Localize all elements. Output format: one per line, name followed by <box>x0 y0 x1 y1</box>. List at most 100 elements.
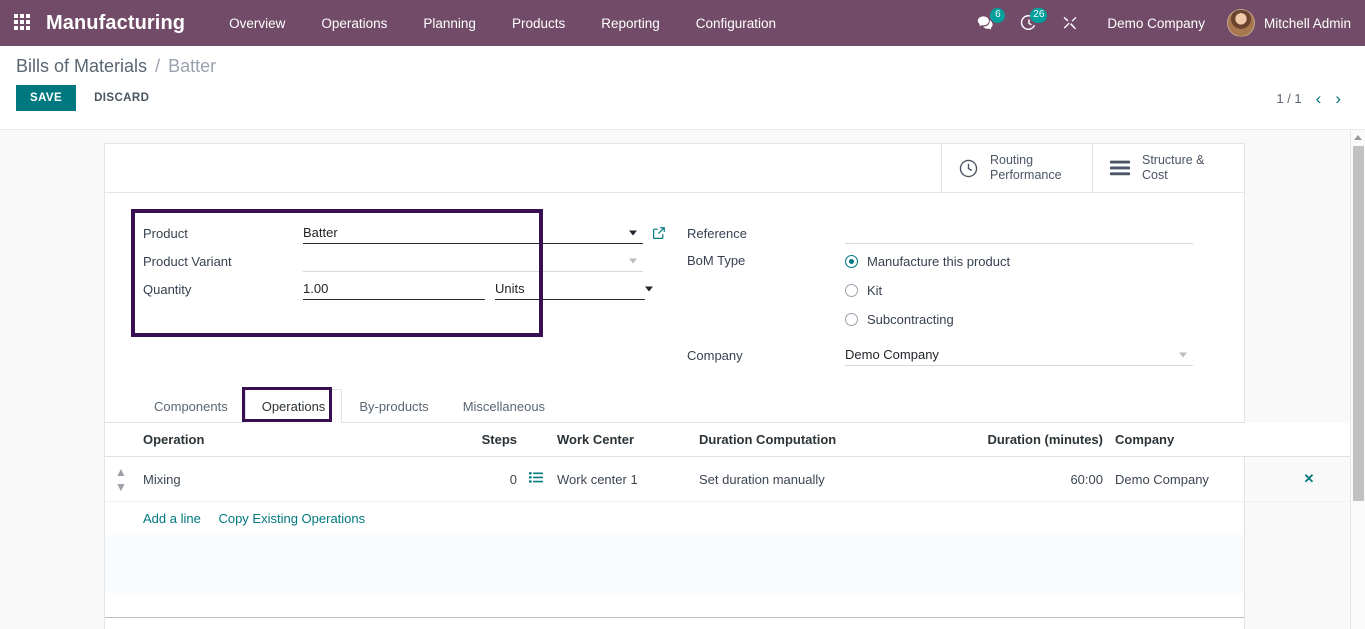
structure-cost-button[interactable]: Structure & Cost <box>1092 144 1244 192</box>
discard-button[interactable]: DISCARD <box>86 85 157 111</box>
menu-item-operations[interactable]: Operations <box>303 10 405 37</box>
form-scroll-area: Routing Performance Structure & Cost Pro… <box>0 130 1365 629</box>
save-button[interactable]: SAVE <box>16 85 77 111</box>
header-duration-computation[interactable]: Duration Computation <box>693 423 963 457</box>
messages-button[interactable]: 6 <box>965 0 1008 46</box>
cell-steps-icon[interactable] <box>523 456 551 502</box>
cell-company[interactable]: Demo Company <box>1109 456 1269 502</box>
product-variant-input[interactable] <box>303 250 643 272</box>
chevron-up-icon <box>1354 135 1362 140</box>
control-panel: Bills of Materials / Batter SAVE DISCARD… <box>0 46 1365 130</box>
radio-kit-icon[interactable] <box>845 284 858 297</box>
activities-badge: 26 <box>1030 8 1048 23</box>
activities-button[interactable]: 26 <box>1008 0 1050 46</box>
cell-operation[interactable]: Mixing <box>137 456 437 502</box>
cell-duration-computation[interactable]: Set duration manually <box>693 456 963 502</box>
header-steps[interactable]: Steps <box>437 423 523 457</box>
header-duration-minutes[interactable]: Duration (minutes) <box>963 423 1109 457</box>
vertical-scrollbar[interactable] <box>1350 130 1365 629</box>
field-reference: Reference <box>687 219 1218 247</box>
bom-type-kit-label: Kit <box>867 283 883 298</box>
product-internal-link-icon[interactable] <box>652 226 666 240</box>
reference-label: Reference <box>687 225 747 241</box>
apps-grid-icon[interactable] <box>14 14 32 32</box>
navbar-right-tools: 6 26 Demo Company Mitchell Admin <box>965 0 1351 46</box>
breadcrumb: Bills of Materials / Batter <box>16 56 1349 77</box>
cell-delete[interactable]: ✕ <box>1269 456 1349 502</box>
uom-dropdown-caret[interactable] <box>645 286 653 292</box>
menu-item-configuration[interactable]: Configuration <box>678 10 794 37</box>
menu-item-reporting[interactable]: Reporting <box>583 10 678 37</box>
clock-icon <box>958 158 979 179</box>
product-label: Product <box>143 225 188 241</box>
tab-operations[interactable]: Operations <box>244 389 343 423</box>
wrench-tools-icon <box>1063 16 1077 29</box>
user-menu[interactable]: Mitchell Admin <box>1221 9 1351 37</box>
avatar <box>1226 9 1255 37</box>
uom-input[interactable] <box>495 278 645 300</box>
bars-icon <box>1109 159 1131 177</box>
form-sheet: Routing Performance Structure & Cost Pro… <box>104 143 1365 629</box>
bom-type-option-subcontracting[interactable]: Subcontracting <box>845 305 1010 334</box>
list-steps-icon[interactable] <box>529 471 543 484</box>
close-x-icon[interactable]: ✕ <box>1304 471 1315 486</box>
routing-performance-button[interactable]: Routing Performance <box>941 144 1092 192</box>
cell-steps[interactable]: 0 <box>437 456 523 502</box>
menu-item-products[interactable]: Products <box>494 10 583 37</box>
radio-manufacture-icon[interactable] <box>845 255 858 268</box>
pager-next-button[interactable]: › <box>1335 90 1341 107</box>
header-handle <box>105 423 137 457</box>
operations-table-head: Operation Steps Work Center Duration Com… <box>105 423 1365 457</box>
company-switcher[interactable]: Demo Company <box>1091 16 1221 31</box>
app-brand-title[interactable]: Manufacturing <box>46 12 185 35</box>
radio-subcontracting-icon[interactable] <box>845 313 858 326</box>
cell-duration-minutes[interactable]: 60:00 <box>963 456 1109 502</box>
field-bom-type: BoM Type Manufacture this product Kit Su… <box>687 247 1218 334</box>
debug-tools-button[interactable] <box>1050 0 1091 46</box>
pager-previous-button[interactable]: ‹ <box>1316 90 1322 107</box>
notebook-tabs: Components Operations By-products Miscel… <box>105 387 1244 423</box>
operations-table-body: ▲ ▼ Mixing 0 Work center 1 Set duration … <box>105 456 1365 502</box>
scrollbar-thumb[interactable] <box>1353 146 1364 501</box>
operations-table: Operation Steps Work Center Duration Com… <box>105 423 1365 502</box>
row-drag-handle[interactable]: ▲ ▼ <box>105 456 137 502</box>
field-product-variant: Product Variant <box>143 247 687 275</box>
product-variant-dropdown-caret[interactable] <box>629 258 637 264</box>
record-pager: 1 / 1 ‹ › <box>1276 90 1341 107</box>
table-header-row: Operation Steps Work Center Duration Com… <box>105 423 1365 457</box>
breadcrumb-root[interactable]: Bills of Materials <box>16 56 147 76</box>
bom-type-option-manufacture[interactable]: Manufacture this product <box>845 247 1010 276</box>
tab-by-products[interactable]: By-products <box>342 389 445 423</box>
company-input[interactable] <box>845 344 1193 366</box>
bom-type-subcontracting-label: Subcontracting <box>867 312 954 327</box>
table-filler-row <box>105 535 1244 593</box>
drag-handle-icon[interactable]: ▲ ▼ <box>115 465 127 494</box>
menu-item-overview[interactable]: Overview <box>211 10 303 37</box>
field-quantity: Quantity <box>143 275 687 303</box>
menu-item-planning[interactable]: Planning <box>405 10 494 37</box>
header-work-center[interactable]: Work Center <box>551 423 693 457</box>
quantity-label: Quantity <box>143 281 192 297</box>
tab-components[interactable]: Components <box>137 389 245 423</box>
tab-miscellaneous[interactable]: Miscellaneous <box>446 389 562 423</box>
field-product: Product <box>143 219 687 247</box>
bom-type-option-kit[interactable]: Kit <box>845 276 1010 305</box>
cell-work-center[interactable]: Work center 1 <box>551 456 693 502</box>
product-input[interactable] <box>303 222 643 244</box>
record-action-buttons: SAVE DISCARD <box>16 85 1349 111</box>
table-row[interactable]: ▲ ▼ Mixing 0 Work center 1 Set duration … <box>105 456 1365 502</box>
reference-input[interactable] <box>845 222 1193 244</box>
form-group-right: Reference BoM Type Manufacture this prod… <box>687 209 1218 369</box>
company-label: Company <box>687 347 743 363</box>
header-operation[interactable]: Operation <box>137 423 437 457</box>
quantity-input[interactable] <box>303 278 485 300</box>
scroll-up-button[interactable] <box>1351 130 1365 145</box>
add-a-line-button[interactable]: Add a line <box>143 511 201 526</box>
copy-existing-operations-button[interactable]: Copy Existing Operations <box>218 511 365 526</box>
product-dropdown-caret[interactable] <box>629 230 637 236</box>
table-totals-row: 60:00 <box>105 617 1244 629</box>
bom-type-label: BoM Type <box>687 253 746 268</box>
company-dropdown-caret[interactable] <box>1179 352 1187 358</box>
smart-buttons: Routing Performance Structure & Cost <box>105 144 1244 193</box>
header-company[interactable]: Company <box>1109 423 1269 457</box>
